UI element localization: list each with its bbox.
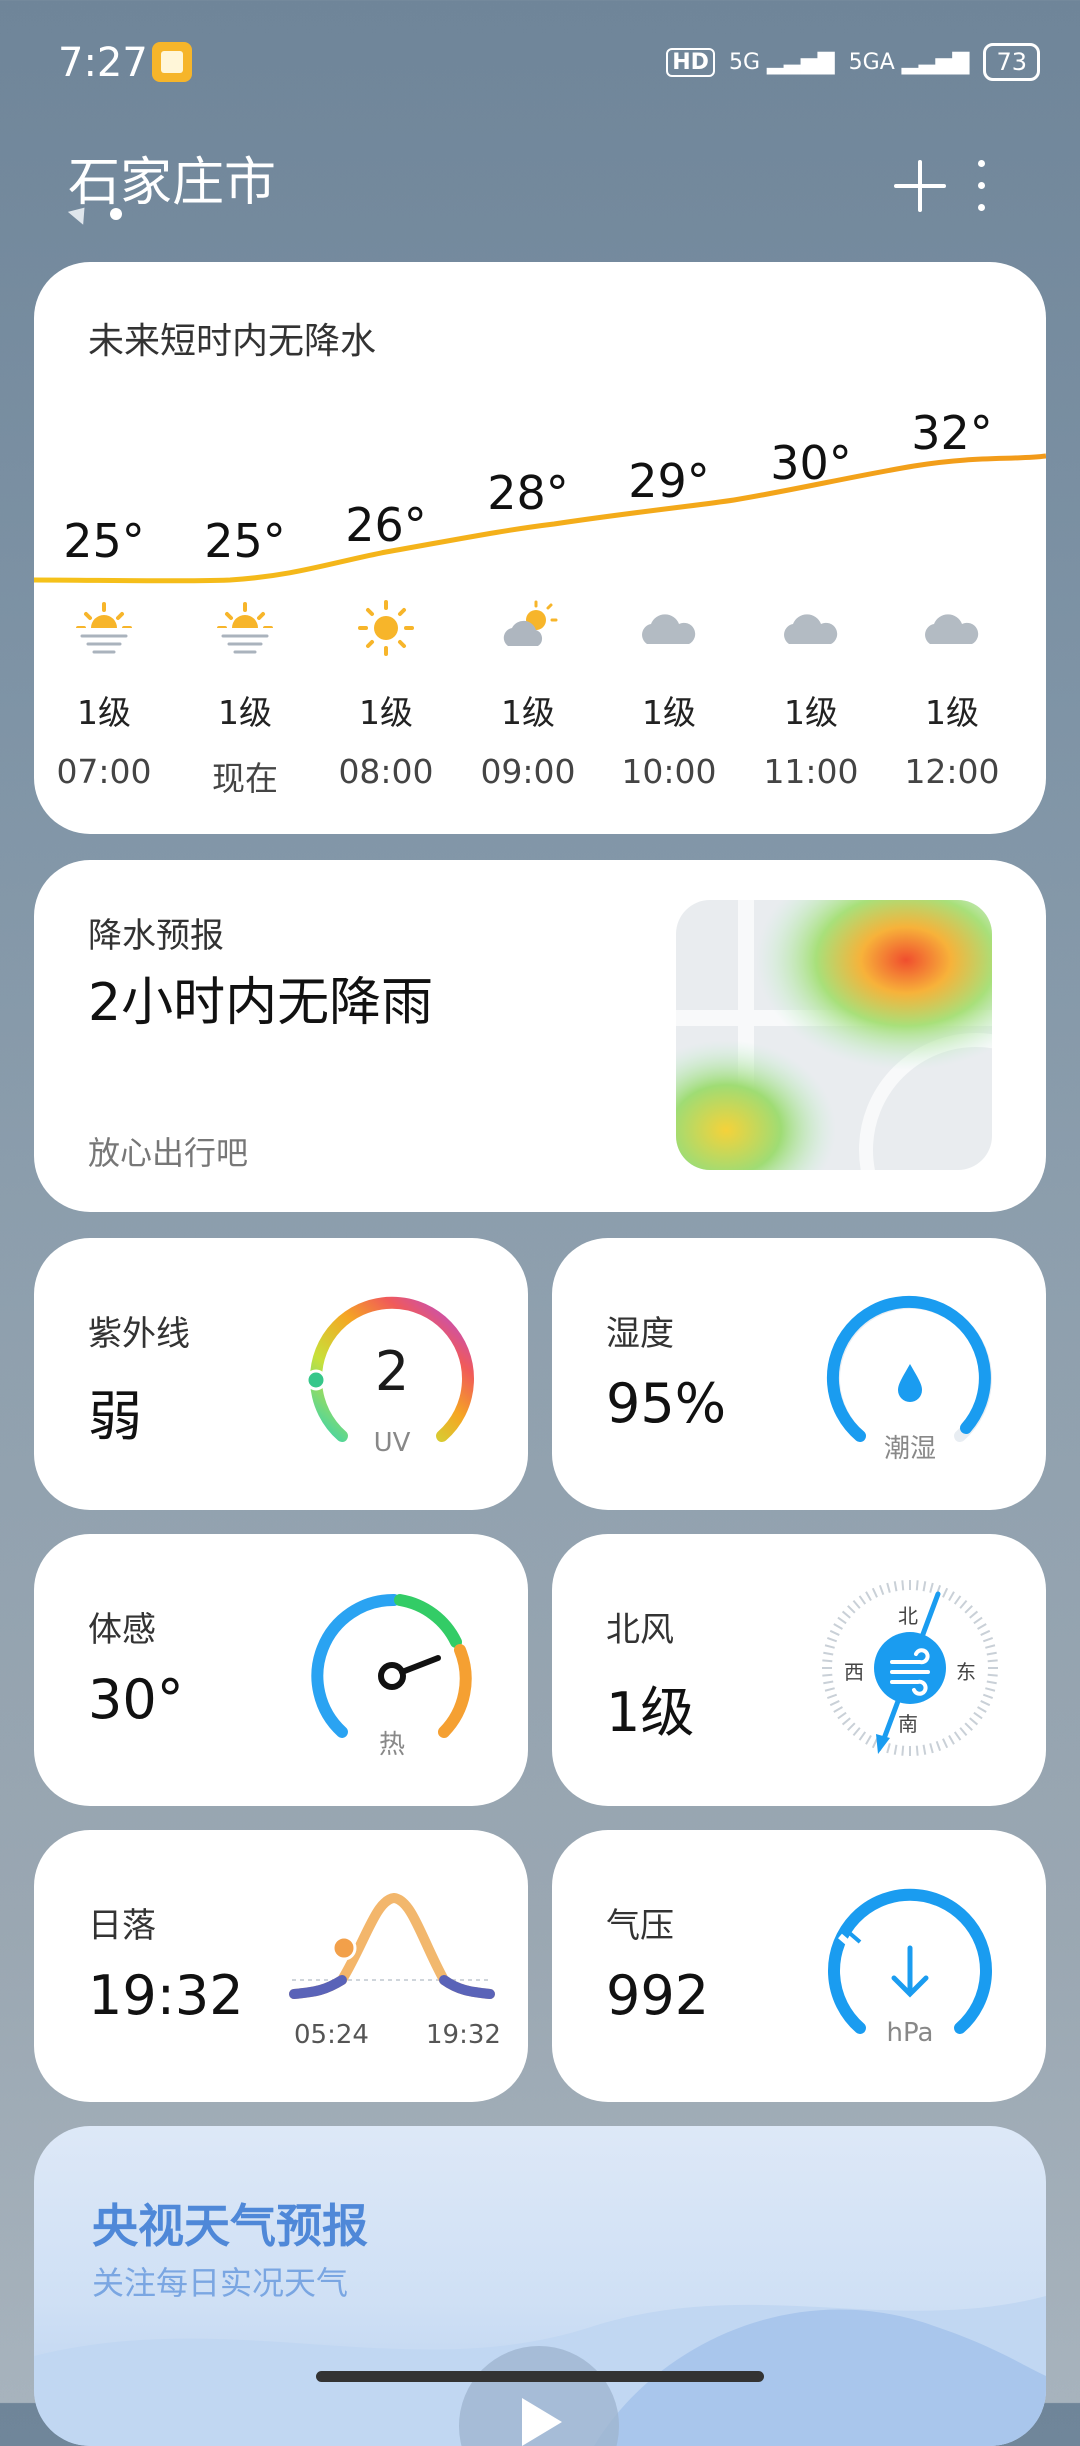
compass-south: 南 xyxy=(898,1712,918,1736)
feels-like-value: 30° xyxy=(88,1668,184,1731)
hour-wind: 1级 xyxy=(501,693,555,732)
promo-title: 央视天气预报 xyxy=(92,2199,368,2253)
hour-temp: 25° xyxy=(204,514,286,568)
partly-cloudy-icon xyxy=(498,598,558,662)
arrow-down-icon xyxy=(891,1945,929,1998)
wind-value: 1级 xyxy=(606,1681,695,1744)
pressure-unit: hPa xyxy=(886,2018,934,2048)
humidity-value: 95% xyxy=(606,1372,727,1435)
notification-icon xyxy=(152,42,192,82)
hour-time: 12:00 xyxy=(904,752,1000,791)
hour-wind: 1级 xyxy=(784,693,838,732)
sunrise-time: 05:24 xyxy=(294,2020,369,2050)
signal-5g-icon: 5G ▂▃▅▇ xyxy=(728,49,835,75)
hour-wind: 1级 xyxy=(218,693,272,732)
cloud-icon xyxy=(781,598,841,662)
hour-temp: 25° xyxy=(63,514,145,568)
more-menu-button[interactable] xyxy=(978,160,985,226)
precip-title: 降水预报 xyxy=(88,916,224,956)
hd-icon: HD xyxy=(666,47,715,77)
sunrise-icon xyxy=(74,598,134,662)
hour-temp: 26° xyxy=(345,498,427,552)
compass-east: 东 xyxy=(956,1660,976,1684)
hour-temp: 32° xyxy=(911,406,993,460)
add-city-button[interactable] xyxy=(892,158,948,214)
uv-title: 紫外线 xyxy=(88,1314,190,1354)
hour-temp: 28° xyxy=(487,466,569,520)
sun-path-chart xyxy=(289,1892,495,1999)
precip-main: 2小时内无降雨 xyxy=(88,973,434,1033)
hour-time: 08:00 xyxy=(338,752,434,791)
uv-value: 弱 xyxy=(88,1385,142,1448)
hour-wind: 1级 xyxy=(925,693,979,732)
feels-like-label: 热 xyxy=(378,1730,405,1760)
humidity-label: 潮湿 xyxy=(883,1434,936,1464)
hour-time: 09:00 xyxy=(480,752,576,791)
feels-like-title: 体感 xyxy=(88,1610,156,1650)
city-name[interactable]: 石家庄市 xyxy=(68,140,276,215)
pressure-value: 992 xyxy=(606,1964,710,2027)
pressure-title: 气压 xyxy=(606,1906,674,1946)
sunset-time: 19:32 xyxy=(426,2020,501,2050)
status-time: 7:27 xyxy=(58,40,148,86)
wind-title: 北风 xyxy=(606,1610,674,1650)
compass-north: 北 xyxy=(898,1604,918,1628)
compass-west: 西 xyxy=(844,1660,864,1684)
status-icons: HD 5G ▂▃▅▇ 5GA ▂▃▅▇ 73 xyxy=(666,40,1040,84)
humidity-title: 湿度 xyxy=(606,1314,674,1354)
sun-icon xyxy=(356,598,416,662)
uv-index: 2 xyxy=(374,1340,410,1403)
hour-wind: 1级 xyxy=(642,693,696,732)
sunset-title: 日落 xyxy=(88,1906,156,1946)
promo-subtitle: 关注每日实况天气 xyxy=(92,2264,349,2302)
sunset-value: 19:32 xyxy=(88,1964,244,2027)
precip-sub: 放心出行吧 xyxy=(88,1134,249,1172)
sunrise-icon xyxy=(215,598,275,662)
hour-temp: 30° xyxy=(770,436,852,490)
page-indicator-dot xyxy=(110,208,122,220)
home-indicator[interactable] xyxy=(316,2371,764,2382)
uv-unit: UV xyxy=(373,1428,411,1458)
hour-time: 07:00 xyxy=(56,752,152,791)
hour-time: 11:00 xyxy=(763,752,859,791)
signal-5ga-icon: 5GA ▂▃▅▇ xyxy=(848,49,970,75)
hour-time: 现在 xyxy=(212,759,278,798)
water-drop-icon xyxy=(898,1364,922,1402)
hour-time: 10:00 xyxy=(621,752,717,791)
cloud-icon xyxy=(922,598,982,662)
hour-wind: 1级 xyxy=(359,693,413,732)
cloud-icon xyxy=(639,598,699,662)
battery-icon: 73 xyxy=(983,43,1040,81)
radar-map[interactable] xyxy=(676,900,992,1170)
hour-temp: 29° xyxy=(628,454,710,508)
hour-wind: 1级 xyxy=(77,693,131,732)
